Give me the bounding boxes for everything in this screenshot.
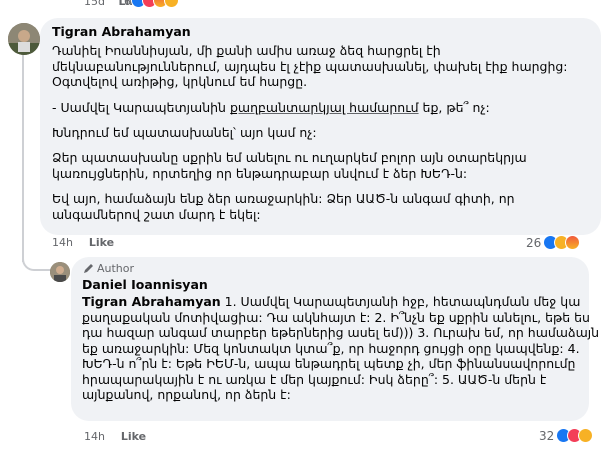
comment-line: Եվ այո, համաձայն ենք ձեր առաջարկին: Ձեր … — [52, 191, 515, 206]
reply-line: հրապարակային է ու առկա է մեր կայքում: Իս… — [82, 371, 547, 387]
reply-reactions[interactable]: 32 — [539, 428, 594, 443]
comment-paragraph-4: Եվ այո, համաձայն ենք ձեր առաջարկին: Ձեր … — [52, 191, 515, 222]
comment-meta: 14h Like — [52, 236, 114, 249]
reply-author[interactable]: Daniel Ioannisyan — [82, 277, 208, 292]
like-button[interactable]: Like — [89, 236, 114, 249]
thread-line — [22, 52, 24, 262]
avatar-image-icon — [8, 23, 40, 55]
reply-line: դա հազար անգամ տարբեր եթերներից ասել եմ)… — [82, 325, 600, 340]
comment-line: Դանիել Իոաննիսյան, մի քանի ամիս առաջ ձեզ… — [52, 43, 441, 58]
comment-ask: Խնդրում եմ պատասխանել՝ այո կամ ոչ: — [52, 125, 317, 140]
angry-reaction-icon — [565, 235, 581, 250]
reply-line: եք առաջարկին: Մեզ կոնտակտ կտա՞ք, որ հաջո… — [82, 340, 580, 356]
reaction-count: 26 — [526, 235, 542, 250]
author-badge-label: Author — [97, 262, 135, 275]
comment-line: Ձեր պատասխանը սքրին եմ անելու ու ուղարկե… — [52, 150, 527, 165]
comment-line: մեկնաբանություններում, այդպես էլ չէիք պա… — [52, 58, 568, 74]
comment-paragraph-1: Դանիել Իոաննիսյան, մի քանի ամիս առաջ ձեզ… — [52, 43, 568, 90]
question-suffix: եք, թե՞ ոչ: — [418, 100, 490, 115]
comment-line: անգամներով շատ մարդ է եկել: — [52, 206, 261, 222]
question-link[interactable]: քաղբանտարկյալ համարում — [230, 100, 419, 115]
comment-line: Օգտվելով առիթից, կրկնում եմ հարցը. — [52, 74, 308, 89]
sad-reaction-icon — [164, 0, 179, 8]
reply-first-line-text: 1. Սամվել Կարապետյանի հջբ, հետապնդման մե… — [220, 294, 581, 309]
reply-avatar[interactable] — [50, 262, 70, 282]
reply-line: ԽԵԴ-ն ո՞րն է: Եթե ԻԵՄ-ն, ապա ենթադրել պե… — [82, 356, 576, 371]
reply-reaction-count: 32 — [539, 428, 555, 443]
previous-comment-time: 15d — [84, 0, 105, 8]
previous-reactions[interactable] — [131, 0, 179, 8]
reply-line: Tigran Abrahamyan 1. Սամվել Կարապետյանի … — [82, 294, 599, 310]
comment-author[interactable]: Tigran Abrahamyan — [52, 24, 191, 39]
mention-link[interactable]: Tigran Abrahamyan — [82, 294, 221, 309]
comment-question: - Սամվել Կարապետյանին քաղբանտարկյալ համա… — [52, 100, 490, 116]
comment-reactions[interactable]: 26 — [526, 235, 581, 250]
question-prefix: - Սամվել Կարապետյանին — [52, 100, 230, 115]
reply-line: քաղաքական մոտիվացիա: Դա ակնհայտ է: 2. Ի՞… — [82, 309, 590, 325]
avatar-image-icon — [50, 262, 70, 282]
avatar[interactable] — [8, 23, 40, 55]
author-badge: Author — [83, 262, 134, 275]
pencil-icon — [84, 264, 93, 273]
comment-time[interactable]: 14h — [52, 236, 73, 249]
reply-body: Tigran Abrahamyan 1. Սամվել Կարապետյանի … — [82, 294, 599, 403]
reply-connector — [22, 255, 52, 271]
reply-time[interactable]: 14h — [84, 430, 105, 443]
sad-reaction-icon — [578, 428, 594, 443]
previous-reaction-count: 6 — [124, 0, 131, 8]
reply-meta: 14h Like — [84, 430, 146, 443]
reply-like-button[interactable]: Like — [121, 430, 146, 443]
comment-line: կառույցներին, որտեղից որ ենթադրաբար սնվո… — [52, 165, 468, 181]
comment-paragraph-3: Ձեր պատասխանը սքրին եմ անելու ու ուղարկե… — [52, 150, 527, 181]
reply-line: այնքանով, որքանով, որ ձերն է: — [82, 387, 291, 402]
